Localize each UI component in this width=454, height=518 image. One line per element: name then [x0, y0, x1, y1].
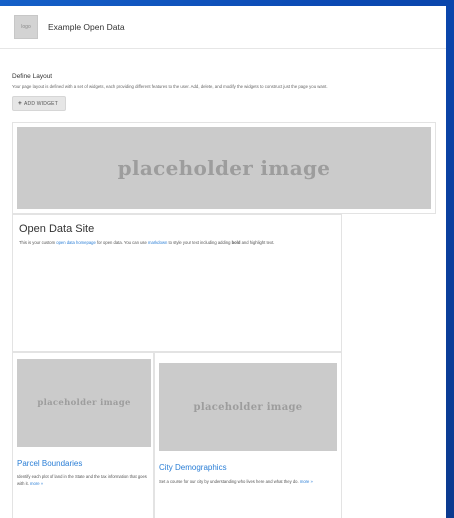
- demographics-description: Set a course for our city by understandi…: [159, 479, 339, 486]
- site-header: logo Example Open Data: [0, 6, 446, 49]
- parcel-more-link[interactable]: more »: [30, 481, 43, 486]
- layout-section: Define Layout Your page layout is define…: [0, 73, 446, 111]
- intro-text-part: for open data. You can use: [95, 240, 148, 245]
- markdown-link[interactable]: markdown: [148, 240, 167, 245]
- parcel-placeholder-text: placeholder image: [37, 398, 131, 408]
- plus-icon: +: [18, 100, 22, 107]
- site-logo[interactable]: logo: [14, 15, 38, 39]
- intro-text-part: This is your custom: [19, 240, 57, 245]
- intro-widget[interactable]: Open Data Site This is your custom open …: [12, 214, 342, 352]
- intro-text-part: to style your text including adding: [167, 240, 232, 245]
- homepage-link[interactable]: open data homepage: [56, 240, 96, 245]
- layout-title: Define Layout: [12, 73, 53, 80]
- banner-placeholder-text: placeholder image: [117, 156, 331, 180]
- demographics-title[interactable]: City Demographics: [159, 463, 227, 472]
- demographics-more-link[interactable]: more »: [300, 479, 313, 484]
- intro-text: This is your custom open data homepage f…: [19, 240, 335, 247]
- demographics-description-text: Set a course for our city by understandi…: [159, 479, 299, 484]
- parcel-boundaries-card[interactable]: placeholder image Parcel Boundaries Iden…: [12, 352, 154, 518]
- parcel-title[interactable]: Parcel Boundaries: [17, 459, 82, 468]
- banner-placeholder-image: placeholder image: [17, 127, 431, 209]
- banner-widget[interactable]: placeholder image: [12, 122, 436, 214]
- intro-title: Open Data Site: [19, 223, 95, 235]
- site-title[interactable]: Example Open Data: [48, 22, 125, 32]
- parcel-placeholder-image: placeholder image: [17, 359, 151, 447]
- page: logo Example Open Data Define Layout You…: [0, 6, 446, 518]
- demographics-placeholder-text: placeholder image: [193, 401, 303, 413]
- logo-text: logo: [21, 24, 31, 30]
- parcel-description: Identify each plot of land in the State …: [17, 474, 149, 487]
- intro-text-part: and highlight text.: [240, 240, 275, 245]
- demographics-placeholder-image: placeholder image: [159, 363, 337, 451]
- layout-description: Your page layout is defined with a set o…: [12, 84, 328, 89]
- add-widget-button[interactable]: + ADD WIDGET: [12, 96, 66, 111]
- city-demographics-card[interactable]: placeholder image City Demographics Set …: [154, 352, 342, 518]
- add-widget-label: ADD WIDGET: [24, 100, 58, 107]
